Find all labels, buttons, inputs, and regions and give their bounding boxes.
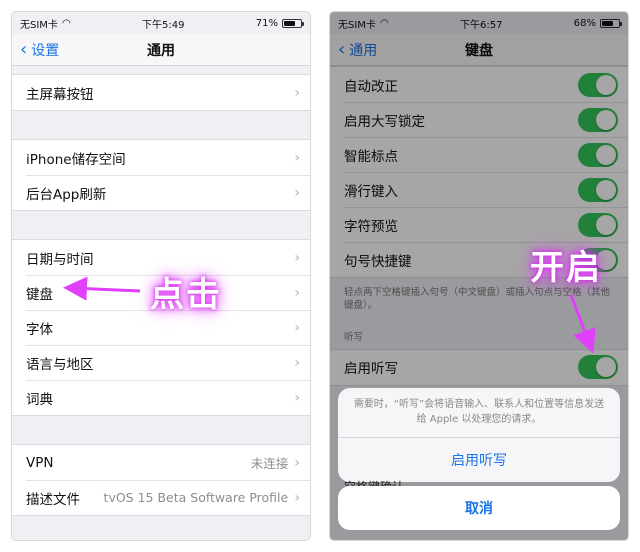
row-label: 词典 bbox=[26, 391, 53, 408]
chevron-left-icon: ‹ bbox=[338, 38, 346, 60]
profile-value: tvOS 15 Beta Software Profile bbox=[103, 490, 289, 505]
row-character-preview: 字符预览 bbox=[330, 207, 628, 242]
page-title: 通用 bbox=[147, 42, 175, 59]
status-time: 下午5:49 bbox=[141, 19, 185, 31]
enable-dictation-button[interactable]: 启用听写 bbox=[338, 438, 620, 482]
dictation-section-header: 听写 bbox=[344, 331, 364, 343]
battery-icon bbox=[282, 18, 304, 28]
chevron-right-icon: › bbox=[294, 184, 300, 201]
chevron-right-icon: › bbox=[294, 354, 300, 371]
row-label: 滑行键入 bbox=[344, 183, 398, 200]
smart-punctuation-toggle[interactable] bbox=[578, 142, 618, 167]
chevron-right-icon: › bbox=[294, 454, 300, 471]
row-label: 字符预览 bbox=[344, 218, 398, 235]
row-label: iPhone储存空间 bbox=[26, 151, 126, 168]
settings-group-input: 日期与时间 › 键盘 › 字体 › 语言与地区 › 词典 › bbox=[12, 239, 310, 416]
row-label: 启用听写 bbox=[344, 361, 398, 378]
annotation-click-label: 点击 bbox=[150, 275, 222, 315]
row-profile[interactable]: 描述文件 tvOS 15 Beta Software Profile › bbox=[12, 480, 310, 515]
row-background-refresh[interactable]: 后台App刷新 › bbox=[12, 175, 310, 210]
chevron-left-icon: ‹ bbox=[20, 38, 28, 60]
row-label: 语言与地区 bbox=[26, 356, 94, 373]
chevron-right-icon: › bbox=[294, 284, 300, 301]
chevron-right-icon: › bbox=[294, 389, 300, 406]
row-label: 智能标点 bbox=[344, 148, 398, 165]
row-language-region[interactable]: 语言与地区 › bbox=[12, 345, 310, 380]
row-label: 字体 bbox=[26, 321, 53, 338]
battery-icon bbox=[600, 18, 622, 28]
row-slide-to-type: 滑行键入 bbox=[330, 172, 628, 207]
dictation-group: 启用听写 bbox=[330, 348, 628, 386]
settings-group-storage: iPhone储存空间 › 后台App刷新 › bbox=[12, 139, 310, 211]
row-dictionary[interactable]: 词典 › bbox=[12, 380, 310, 415]
status-time: 下午6:57 bbox=[459, 19, 503, 31]
caps-lock-toggle[interactable] bbox=[578, 107, 618, 132]
battery-percent: 68% bbox=[573, 17, 596, 29]
chevron-right-icon: › bbox=[294, 84, 300, 101]
vpn-status: 未连接 bbox=[250, 456, 289, 471]
carrier-label: 无SIM卡 bbox=[20, 19, 58, 31]
carrier-label: 无SIM卡 bbox=[338, 19, 376, 31]
row-enable-dictation: 启用听写 bbox=[330, 350, 628, 385]
wifi-icon: ◠ bbox=[379, 17, 389, 29]
row-caps-lock: 启用大写锁定 bbox=[330, 102, 628, 137]
slide-to-type-toggle[interactable] bbox=[578, 177, 618, 202]
settings-group-network: VPN 未连接 › 描述文件 tvOS 15 Beta Software Prof… bbox=[12, 444, 310, 516]
action-sheet: 需要时，“听写”会将语音输入、联系人和位置等信息发送给 Apple 以处理您的请… bbox=[338, 388, 620, 482]
wifi-icon: ◠ bbox=[61, 17, 71, 29]
back-button[interactable]: ‹ 设置 bbox=[20, 40, 59, 60]
row-label: 主屏幕按钮 bbox=[26, 86, 94, 103]
row-label: 句号快捷键 bbox=[344, 253, 412, 270]
battery-percent: 71% bbox=[255, 17, 278, 29]
nav-bar: ‹ 通用 键盘 bbox=[330, 34, 628, 66]
annotation-open-label: 开启 bbox=[530, 248, 602, 288]
cancel-button[interactable]: 取消 bbox=[338, 486, 620, 530]
auto-correct-toggle[interactable] bbox=[578, 72, 618, 97]
back-label: 设置 bbox=[31, 42, 60, 59]
status-bar: 无SIM卡 ◠ 下午6:57 68% bbox=[330, 12, 628, 34]
row-label: 自动改正 bbox=[344, 78, 398, 95]
status-bar: 无SIM卡 ◠ 下午5:49 71% bbox=[12, 12, 310, 34]
settings-group-home: 主屏幕按钮 › bbox=[12, 74, 310, 111]
row-label: 描述文件 bbox=[26, 491, 80, 508]
row-label: 日期与时间 bbox=[26, 251, 94, 268]
chevron-right-icon: › bbox=[294, 319, 300, 336]
space-confirm-row-peek: 空格键确认 bbox=[338, 478, 620, 486]
back-button[interactable]: ‹ 通用 bbox=[338, 40, 377, 60]
row-label: 键盘 bbox=[26, 286, 53, 303]
back-label: 通用 bbox=[349, 42, 378, 59]
chevron-right-icon: › bbox=[294, 489, 300, 506]
row-home-button[interactable]: 主屏幕按钮 › bbox=[12, 75, 310, 110]
page-title: 键盘 bbox=[465, 42, 493, 59]
row-smart-punctuation: 智能标点 bbox=[330, 137, 628, 172]
row-label: 启用大写锁定 bbox=[344, 113, 425, 130]
action-sheet-message: 需要时，“听写”会将语音输入、联系人和位置等信息发送给 Apple 以处理您的请… bbox=[338, 388, 620, 438]
character-preview-toggle[interactable] bbox=[578, 212, 618, 237]
row-label: VPN bbox=[26, 454, 54, 471]
row-vpn[interactable]: VPN 未连接 › bbox=[12, 445, 310, 480]
row-label: 后台App刷新 bbox=[26, 186, 107, 203]
chevron-right-icon: › bbox=[294, 249, 300, 266]
nav-bar: ‹ 设置 通用 bbox=[12, 34, 310, 66]
row-auto-correct: 自动改正 bbox=[330, 67, 628, 102]
row-iphone-storage[interactable]: iPhone储存空间 › bbox=[12, 140, 310, 175]
chevron-right-icon: › bbox=[294, 149, 300, 166]
enable-dictation-toggle[interactable] bbox=[578, 355, 618, 380]
